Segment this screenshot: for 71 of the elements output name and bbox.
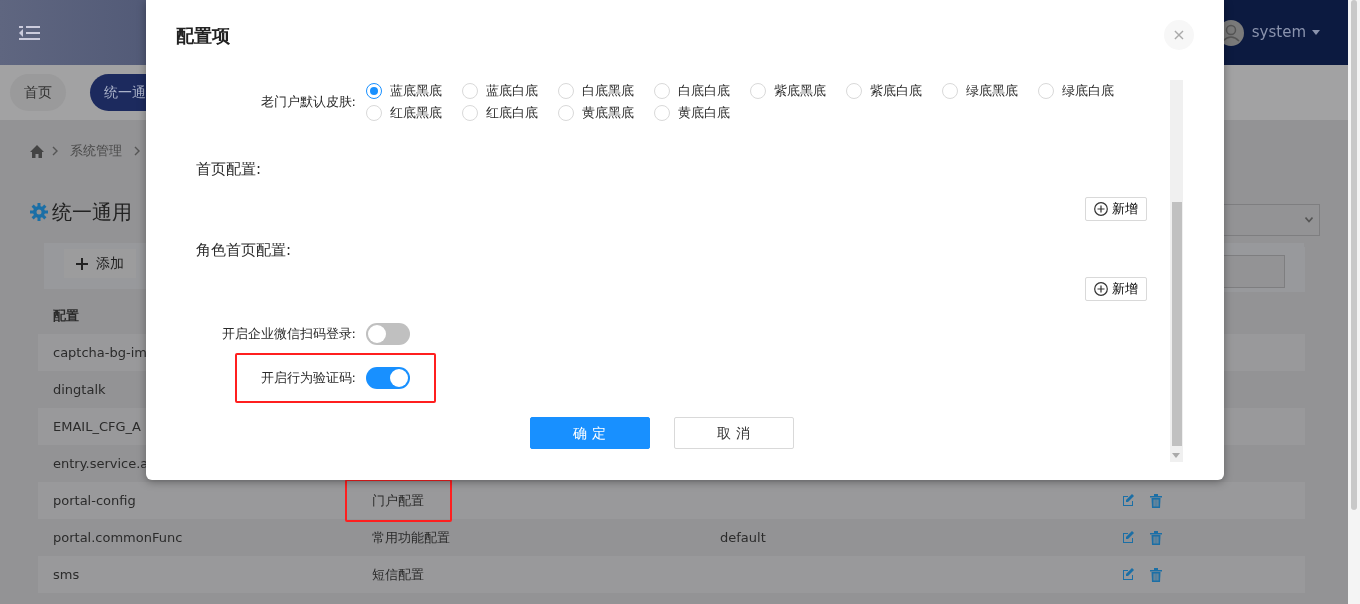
- circle-plus-icon: [1094, 282, 1108, 296]
- trash-icon[interactable]: [1150, 530, 1162, 545]
- radio-option[interactable]: 红底白底: [462, 102, 558, 124]
- trash-icon[interactable]: [1150, 567, 1162, 582]
- caret-icon: [1312, 30, 1320, 35]
- radio-option[interactable]: 白底黑底: [558, 80, 654, 102]
- table-cell: sms: [53, 566, 80, 582]
- user-menu[interactable]: system: [1251, 21, 1320, 44]
- table-cell: EMAIL_CFG_A: [53, 418, 141, 434]
- edit-icon[interactable]: [1122, 530, 1134, 543]
- edit-icon[interactable]: [1122, 567, 1134, 580]
- plus-icon: [76, 257, 88, 270]
- home-icon[interactable]: [30, 144, 44, 158]
- table-cell: portal.commonFunc: [53, 529, 183, 545]
- radio-option[interactable]: 蓝底黑底: [366, 80, 462, 102]
- radio-label: 紫底黑底: [774, 82, 826, 101]
- add-button[interactable]: 添加: [64, 249, 136, 278]
- chevron-icon: [134, 146, 140, 156]
- section-label: 首页配置:: [196, 160, 262, 178]
- toggle-switch[interactable]: [366, 367, 410, 389]
- menu-icon[interactable]: [18, 24, 40, 41]
- circle-plus-icon: [1094, 201, 1108, 216]
- radio-option[interactable]: 白底白底: [654, 80, 750, 102]
- input-field[interactable]: [1224, 255, 1285, 288]
- column-header: 配置: [53, 307, 79, 323]
- gear-icon: [30, 203, 48, 221]
- radio-label: 黄底黑底: [582, 104, 634, 123]
- radio-label: 红底黑底: [390, 104, 442, 123]
- radio-option[interactable]: 紫底白底: [846, 80, 942, 102]
- table-cell: entry.service.a: [53, 455, 149, 471]
- chevron-icon: [52, 146, 58, 156]
- edit-icon[interactable]: [1122, 493, 1134, 506]
- table-cell: portal-config: [53, 492, 136, 508]
- radio-label: 绿底黑底: [966, 82, 1018, 101]
- add-button[interactable]: 新增: [1085, 196, 1147, 221]
- tab[interactable]: 首页: [10, 74, 66, 111]
- table-cell: dingtalk: [53, 381, 106, 397]
- section-label: 角色首页配置:: [196, 240, 292, 259]
- radio-option[interactable]: 黄底黑底: [558, 102, 654, 124]
- radio-label: 黄底白底: [678, 104, 730, 123]
- radio-label: 紫底白底: [870, 82, 922, 101]
- trash-icon[interactable]: [1150, 493, 1162, 508]
- arrow-down-icon: [1172, 453, 1180, 458]
- radio-option[interactable]: 绿底黑底: [942, 80, 1038, 102]
- radio-label: 红底白底: [486, 104, 538, 123]
- radio-label: 蓝底白底: [486, 82, 538, 101]
- radio-label: 白底白底: [678, 82, 730, 101]
- table-cell: 门户配置: [372, 492, 424, 508]
- radio-option[interactable]: 黄底白底: [654, 102, 750, 124]
- table-cell: 短信配置: [372, 566, 424, 582]
- scrollbar[interactable]: [1170, 80, 1183, 462]
- radio-option[interactable]: 蓝底白底: [462, 80, 558, 102]
- toggle-switch[interactable]: [366, 323, 410, 345]
- chevron-down-icon: [1305, 217, 1313, 223]
- add-button[interactable]: 新增: [1085, 277, 1147, 301]
- table-cell: captcha-bg-im: [53, 344, 147, 360]
- radio-option[interactable]: 紫底黑底: [750, 80, 846, 102]
- page-title: 统一通用: [52, 199, 132, 226]
- radio-option[interactable]: 红底黑底: [366, 102, 462, 124]
- scrollbar[interactable]: [1348, 0, 1360, 604]
- radio-option[interactable]: 绿底白底: [1038, 80, 1134, 102]
- radio-label: 绿底白底: [1062, 82, 1114, 101]
- field-label: 开启企业微信扫码登录:: [221, 326, 356, 342]
- radio-label: 白底黑底: [582, 82, 634, 101]
- field-label: 开启行为验证码:: [260, 370, 356, 386]
- dialog-title: 配置项: [176, 23, 230, 48]
- table-cell: 常用功能配置: [372, 529, 450, 545]
- table-cell: default: [720, 529, 766, 545]
- field-label: 老门户默认皮肤:: [260, 94, 356, 109]
- cancel-button[interactable]: 取 消: [673, 417, 794, 449]
- radio-label: 蓝底黑底: [390, 82, 442, 101]
